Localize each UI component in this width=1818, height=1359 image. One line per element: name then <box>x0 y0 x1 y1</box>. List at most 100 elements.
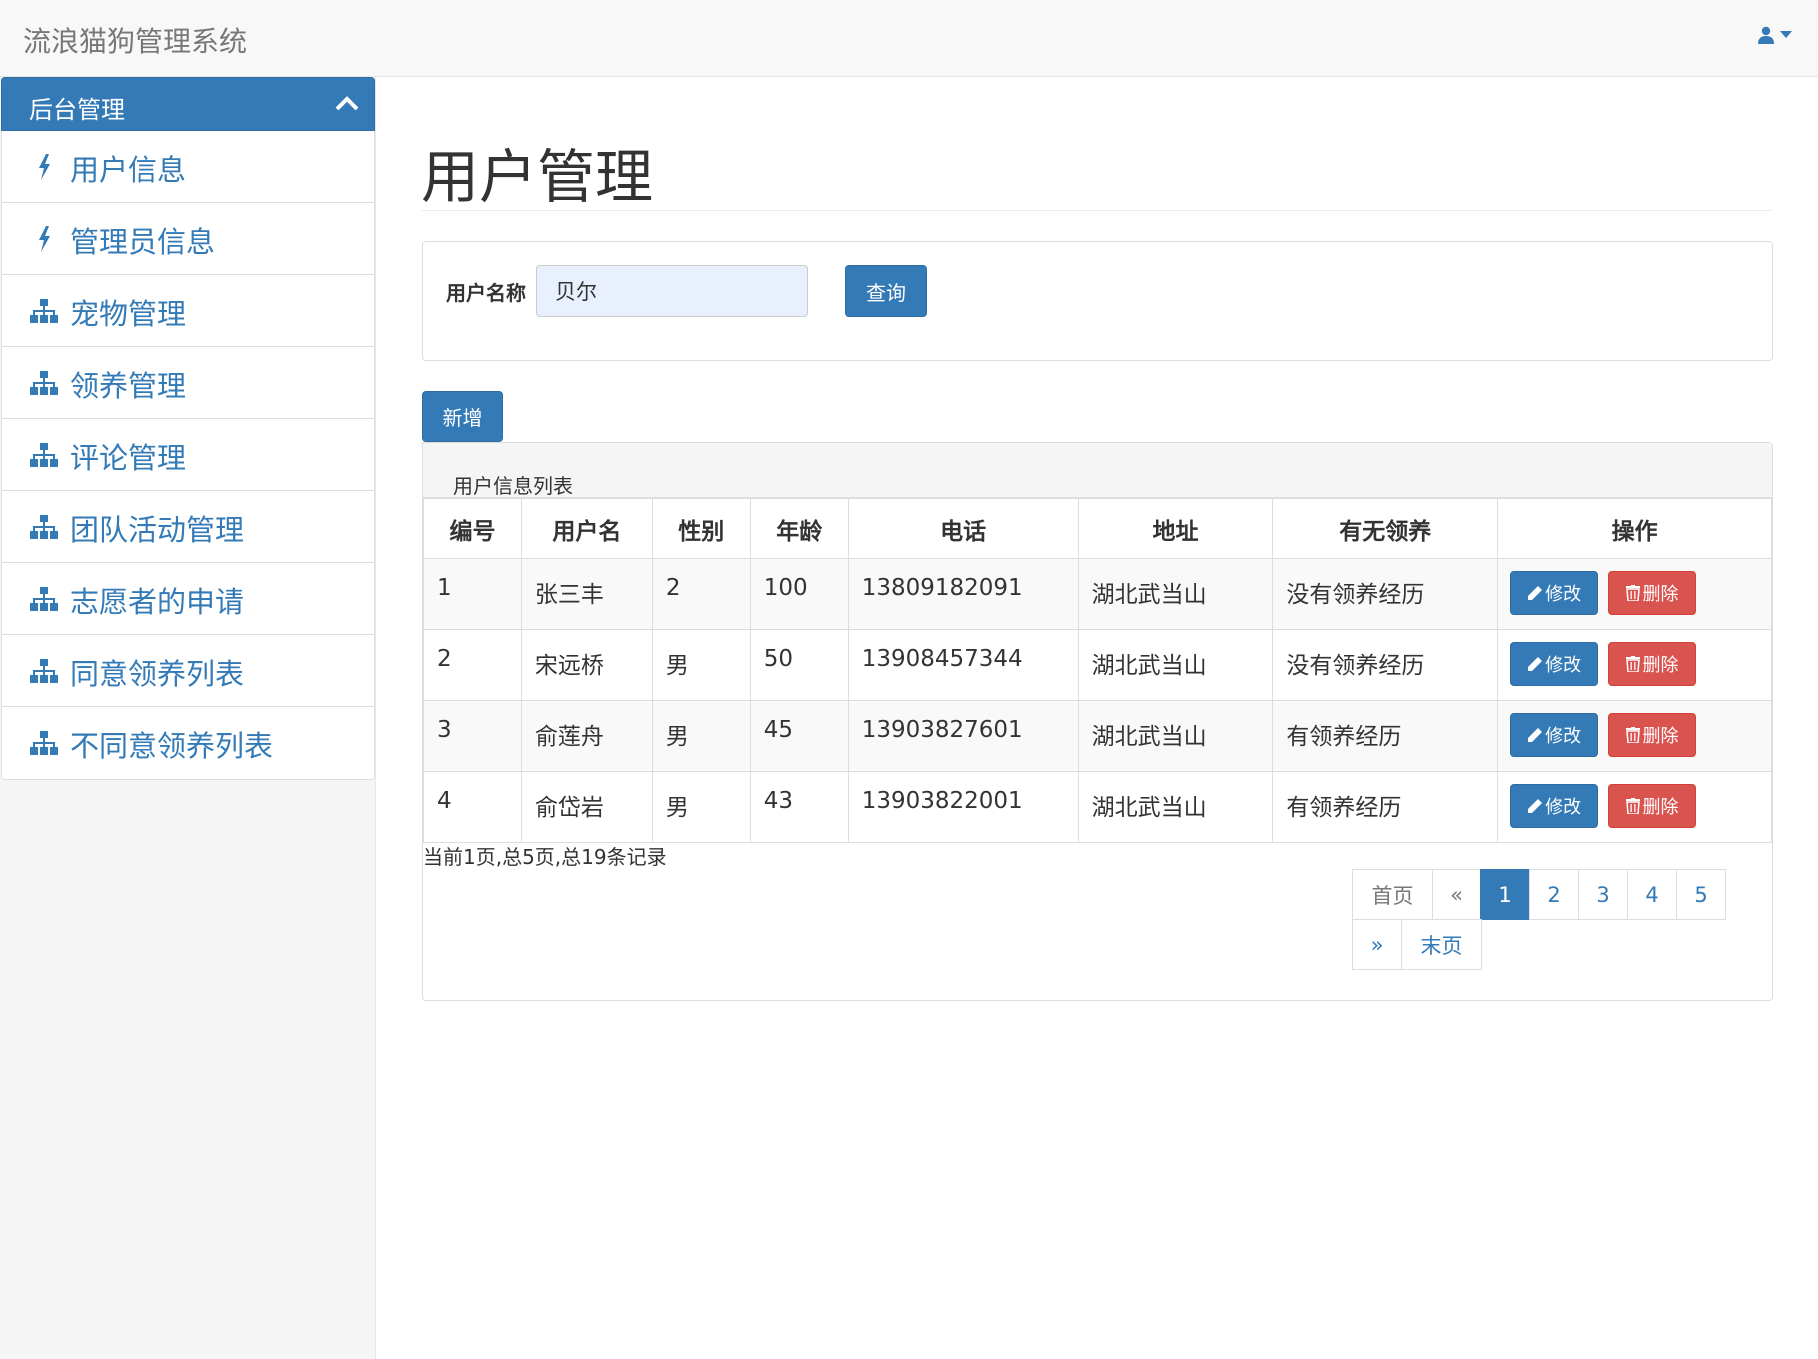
pagination-page[interactable]: 1 <box>1480 869 1530 920</box>
cell-id: 4 <box>423 771 522 843</box>
sidebar-header[interactable]: 后台管理 <box>1 77 375 131</box>
column-header[interactable]: 用户名 <box>520 498 653 559</box>
page-info: 当前1页,总5页,总19条记录 <box>423 845 667 869</box>
pencil-icon <box>1528 728 1543 742</box>
caret-down-icon <box>1780 31 1792 38</box>
cell-actions: 修改 删除 <box>1497 700 1772 772</box>
pencil-icon <box>1528 586 1543 600</box>
sidebar-item-label: 团队活动管理 <box>70 513 245 547</box>
delete-label: 删除 <box>1642 726 1679 747</box>
column-header[interactable]: 电话 <box>847 498 1079 559</box>
cell-gender: 男 <box>651 700 751 772</box>
table-row: 1 张三丰 2 100 13809182091 湖北武当山 没有领养经历 修改 … <box>423 558 1772 630</box>
pagination-next[interactable]: » <box>1352 919 1402 970</box>
page-title: 用户管理 <box>421 143 654 211</box>
bolt-icon <box>29 226 59 252</box>
cell-actions: 修改 删除 <box>1497 629 1772 701</box>
sidebar-item-label: 用户信息 <box>70 153 187 187</box>
cell-adoption: 没有领养经历 <box>1272 558 1499 630</box>
pagination-page[interactable]: 3 <box>1578 869 1628 920</box>
app-title[interactable]: 流浪猫狗管理系统 <box>23 20 247 60</box>
sidebar-item-user-info[interactable]: 用户信息 <box>2 131 374 203</box>
pagination-page[interactable]: 2 <box>1529 869 1579 920</box>
edit-label: 修改 <box>1545 797 1582 818</box>
delete-button[interactable]: 删除 <box>1608 571 1697 615</box>
sidebar-item-label: 志愿者的申请 <box>70 585 245 619</box>
user-table: 编号 用户名 性别 年龄 电话 地址 有无领养 操作 1 张三丰 2 100 1… <box>423 498 1772 843</box>
cell-age: 43 <box>749 771 849 843</box>
cell-age: 50 <box>749 629 849 701</box>
cell-phone: 13908457344 <box>847 629 1079 701</box>
add-button[interactable]: 新增 <box>422 391 503 442</box>
list-title: 用户信息列表 <box>453 474 573 498</box>
top-navbar: 流浪猫狗管理系统 <box>0 0 1818 77</box>
column-header[interactable]: 有无领养 <box>1272 498 1499 559</box>
sidebar-item-volunteer-application[interactable]: 志愿者的申请 <box>2 563 374 635</box>
sidebar-item-label: 评论管理 <box>70 441 187 475</box>
edit-button[interactable]: 修改 <box>1510 784 1599 828</box>
chevron-up-icon <box>335 96 359 111</box>
trash-icon <box>1626 798 1641 814</box>
cell-id: 3 <box>423 700 522 772</box>
edit-label: 修改 <box>1545 726 1582 747</box>
column-header[interactable]: 性别 <box>651 498 751 559</box>
sidebar-item-pet-management[interactable]: 宠物管理 <box>2 275 374 347</box>
column-header[interactable]: 年龄 <box>749 498 849 559</box>
pagination-first[interactable]: 首页 <box>1352 869 1433 920</box>
sidebar-item-label: 不同意领养列表 <box>70 729 274 763</box>
delete-button[interactable]: 删除 <box>1608 642 1697 686</box>
sidebar-item-admin-info[interactable]: 管理员信息 <box>2 203 374 275</box>
column-header[interactable]: 编号 <box>423 498 522 559</box>
cell-username: 宋远桥 <box>520 629 653 701</box>
delete-label: 删除 <box>1642 797 1679 818</box>
cell-id: 2 <box>423 629 522 701</box>
table-row: 2 宋远桥 男 50 13908457344 湖北武当山 没有领养经历 修改 删… <box>423 629 1772 701</box>
sitemap-icon <box>29 442 59 468</box>
pagination-last[interactable]: 末页 <box>1401 919 1482 970</box>
cell-address: 湖北武当山 <box>1077 771 1274 843</box>
sidebar: 后台管理 用户信息 管理员信息 宠物管理 领养管理 评论管理 团队活动管理 志愿… <box>0 77 376 1359</box>
pagination-page[interactable]: 5 <box>1676 869 1726 920</box>
cell-phone: 13809182091 <box>847 558 1079 630</box>
sidebar-item-adoption-management[interactable]: 领养管理 <box>2 347 374 419</box>
cell-gender: 男 <box>651 771 751 843</box>
edit-button[interactable]: 修改 <box>1510 571 1599 615</box>
pagination-prev[interactable]: « <box>1432 869 1481 920</box>
search-button[interactable]: 查询 <box>845 265 927 317</box>
table-row: 4 俞岱岩 男 43 13903822001 湖北武当山 有领养经历 修改 删除 <box>423 771 1772 843</box>
cell-gender: 2 <box>651 558 751 630</box>
search-input[interactable] <box>536 265 808 317</box>
sidebar-item-approved-adoptions[interactable]: 同意领养列表 <box>2 635 374 707</box>
cell-address: 湖北武当山 <box>1077 700 1274 772</box>
delete-label: 删除 <box>1642 655 1679 676</box>
sitemap-icon <box>29 586 59 612</box>
sidebar-header-label: 后台管理 <box>29 96 125 124</box>
column-header[interactable]: 地址 <box>1077 498 1274 559</box>
delete-button[interactable]: 删除 <box>1608 713 1697 757</box>
sidebar-item-comment-management[interactable]: 评论管理 <box>2 419 374 491</box>
sitemap-icon <box>29 514 59 540</box>
sitemap-icon <box>29 370 59 396</box>
edit-button[interactable]: 修改 <box>1510 642 1599 686</box>
sidebar-item-rejected-adoptions[interactable]: 不同意领养列表 <box>2 707 374 779</box>
cell-gender: 男 <box>651 629 751 701</box>
edit-button[interactable]: 修改 <box>1510 713 1599 757</box>
title-divider <box>421 210 1773 211</box>
cell-id: 1 <box>423 558 522 630</box>
pagination-page[interactable]: 4 <box>1627 869 1677 920</box>
cell-address: 湖北武当山 <box>1077 629 1274 701</box>
cell-age: 100 <box>749 558 849 630</box>
pencil-icon <box>1528 657 1543 671</box>
cell-phone: 13903822001 <box>847 771 1079 843</box>
cell-address: 湖北武当山 <box>1077 558 1274 630</box>
list-header: 用户信息列表 <box>423 443 1772 498</box>
bolt-icon <box>29 154 59 180</box>
cell-actions: 修改 删除 <box>1497 558 1772 630</box>
delete-button[interactable]: 删除 <box>1608 784 1697 828</box>
cell-adoption: 有领养经历 <box>1272 771 1499 843</box>
cell-age: 45 <box>749 700 849 772</box>
search-label: 用户名称 <box>446 281 526 305</box>
user-menu[interactable] <box>1758 26 1792 44</box>
sidebar-item-team-activity[interactable]: 团队活动管理 <box>2 491 374 563</box>
column-header[interactable]: 操作 <box>1497 498 1772 559</box>
